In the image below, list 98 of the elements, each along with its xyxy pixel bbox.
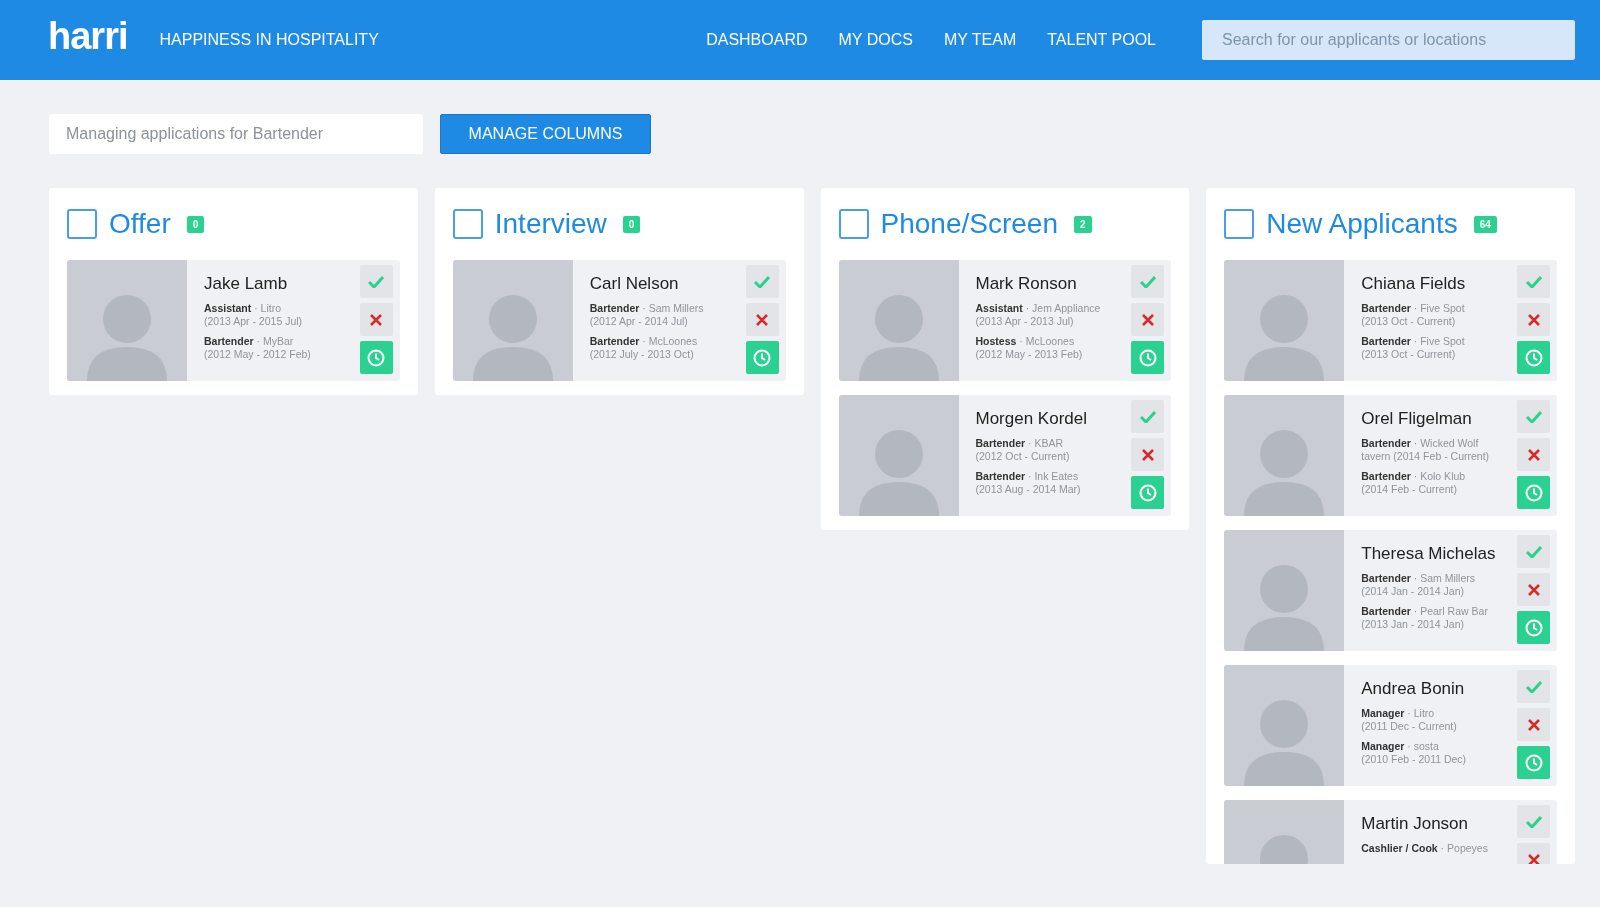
nav-link[interactable]: DASHBOARD bbox=[706, 31, 808, 49]
close-icon bbox=[1527, 448, 1540, 461]
tagline: HAPPINESS IN HOSPITALITY bbox=[159, 31, 380, 49]
job-history: Bartender · McLoones (2012 July - 2013 Oct) bbox=[589, 335, 699, 361]
job-history: Bartender · KBAR (2012 Oct - Current) bbox=[975, 437, 1071, 463]
check-icon bbox=[1525, 680, 1542, 693]
job-history: Cashlier / Cook · Popeyes bbox=[1361, 842, 1489, 855]
position-field[interactable]: Managing applications for Bartender bbox=[49, 114, 423, 154]
nav-link[interactable]: MY TEAM bbox=[943, 31, 1017, 49]
count-badge: 0 bbox=[622, 215, 641, 233]
clock-icon bbox=[367, 348, 386, 367]
manage-columns-button[interactable]: MANAGE COLUMNS bbox=[440, 114, 651, 154]
job-history: Bartender · Ink Eates (2013 Aug - 2014 Mar) bbox=[975, 470, 1082, 496]
column-checkbox[interactable] bbox=[67, 209, 97, 239]
accept-button[interactable] bbox=[359, 265, 393, 298]
column-title: New Applicants bbox=[1266, 208, 1458, 240]
reject-button[interactable] bbox=[1131, 438, 1165, 471]
applicant-name: Mark Ronson bbox=[975, 274, 1078, 294]
reject-button[interactable] bbox=[1131, 303, 1165, 336]
job-history: Assistant · Litro (2013 Apr - 2015 Jul) bbox=[204, 302, 304, 328]
count-badge: 0 bbox=[186, 215, 205, 233]
close-icon bbox=[370, 313, 383, 326]
check-icon bbox=[1139, 410, 1156, 423]
close-icon bbox=[1141, 448, 1154, 461]
column-title: Phone/Screen bbox=[880, 208, 1058, 240]
close-icon bbox=[1527, 718, 1540, 731]
accept-button[interactable] bbox=[1517, 805, 1550, 838]
check-icon bbox=[1139, 275, 1156, 288]
reject-button[interactable] bbox=[1517, 708, 1550, 741]
job-history: Bartender · Wicked Wolf tavern (2014 Feb - Current) bbox=[1361, 437, 1491, 463]
schedule-button[interactable] bbox=[1517, 341, 1550, 374]
schedule-button[interactable] bbox=[1131, 341, 1165, 374]
reject-button[interactable] bbox=[1517, 573, 1550, 606]
schedule-button[interactable] bbox=[1517, 746, 1550, 779]
close-icon bbox=[1527, 313, 1540, 326]
check-icon bbox=[368, 275, 385, 288]
job-history: Manager · sosta (2010 Feb - 2011 Dec) bbox=[1361, 740, 1468, 766]
job-history: Assistant · Jem Appliance (2013 Apr - 2013 Jul) bbox=[975, 302, 1102, 328]
check-icon bbox=[1525, 275, 1542, 288]
check-icon bbox=[754, 275, 770, 288]
reject-button[interactable] bbox=[1517, 303, 1550, 336]
schedule-button[interactable] bbox=[1517, 611, 1550, 644]
accept-button[interactable] bbox=[1517, 535, 1550, 568]
column-title: Offer bbox=[109, 208, 171, 240]
clock-icon bbox=[1138, 348, 1157, 367]
clock-icon bbox=[753, 348, 771, 367]
schedule-button[interactable] bbox=[1517, 476, 1550, 509]
job-history: Bartender · Sam Millers (2014 Jan - 2014 Jan) bbox=[1361, 572, 1477, 598]
check-icon bbox=[1525, 410, 1542, 423]
applicant-name: Morgen Kordel bbox=[975, 409, 1088, 429]
accept-button[interactable] bbox=[745, 265, 779, 298]
count-badge: 64 bbox=[1473, 215, 1497, 233]
accept-button[interactable] bbox=[1517, 265, 1550, 298]
schedule-button[interactable] bbox=[1131, 476, 1165, 509]
clock-icon bbox=[1524, 483, 1543, 502]
applicant-name: Andrea Bonin bbox=[1361, 679, 1466, 699]
column-title: Interview bbox=[494, 208, 607, 240]
reject-button[interactable] bbox=[1517, 438, 1550, 471]
column-checkbox[interactable] bbox=[838, 209, 869, 239]
close-icon bbox=[1527, 583, 1540, 596]
check-icon bbox=[1525, 815, 1542, 828]
job-history: Bartender · Sam Millers (2012 Apr - 2014 Jul) bbox=[589, 302, 705, 328]
reject-button[interactable] bbox=[745, 303, 779, 336]
clock-icon bbox=[1524, 753, 1543, 772]
nav-link[interactable]: TALENT POOL bbox=[1047, 31, 1156, 49]
job-history: Hostess · McLoones (2012 May - 2013 Feb) bbox=[975, 335, 1084, 361]
applicant-name: Orel Fligelman bbox=[1361, 409, 1473, 429]
check-icon bbox=[1525, 545, 1542, 558]
schedule-button[interactable] bbox=[359, 341, 393, 374]
close-icon bbox=[756, 313, 768, 326]
clock-icon bbox=[1138, 483, 1157, 502]
accept-button[interactable] bbox=[1131, 400, 1165, 433]
job-history: Bartender · Pearl Raw Bar (2013 Jan - 2014 Jan) bbox=[1361, 605, 1489, 631]
clock-icon bbox=[1524, 348, 1543, 367]
accept-button[interactable] bbox=[1517, 670, 1550, 703]
accept-button[interactable] bbox=[1517, 400, 1550, 433]
logo: harri bbox=[48, 14, 128, 58]
applicant-name: Jake Lamb bbox=[204, 274, 289, 294]
job-history: Manager · Litro (2011 Dec - Current) bbox=[1361, 707, 1458, 733]
count-badge: 2 bbox=[1073, 215, 1092, 233]
job-history: Bartender · Kolo Klub (2014 Feb - Current) bbox=[1361, 470, 1467, 496]
job-history: Bartender · Five Spot (2013 Oct - Current) bbox=[1361, 335, 1466, 361]
close-icon bbox=[1141, 313, 1154, 326]
search-field[interactable]: Search for our applicants or locations bbox=[1202, 20, 1575, 60]
nav-link[interactable]: MY DOCS bbox=[838, 31, 913, 49]
reject-button[interactable] bbox=[359, 303, 393, 336]
schedule-button[interactable] bbox=[745, 341, 779, 374]
job-history: Bartender · Five Spot (2013 Oct - Current) bbox=[1361, 302, 1466, 328]
job-history: Bartender · MyBar (2012 May - 2012 Feb) bbox=[204, 335, 312, 361]
column-checkbox[interactable] bbox=[1224, 209, 1255, 239]
column-checkbox[interactable] bbox=[452, 209, 483, 239]
close-icon bbox=[1527, 853, 1540, 864]
clock-icon bbox=[1524, 618, 1543, 637]
applicant-name: Martin Jonson bbox=[1361, 814, 1470, 834]
accept-button[interactable] bbox=[1131, 265, 1165, 298]
applicant-name: Carl Nelson bbox=[589, 274, 680, 294]
applicant-name: Chiana Fields bbox=[1361, 274, 1467, 294]
applicant-name: Theresa Michelas bbox=[1361, 544, 1497, 564]
